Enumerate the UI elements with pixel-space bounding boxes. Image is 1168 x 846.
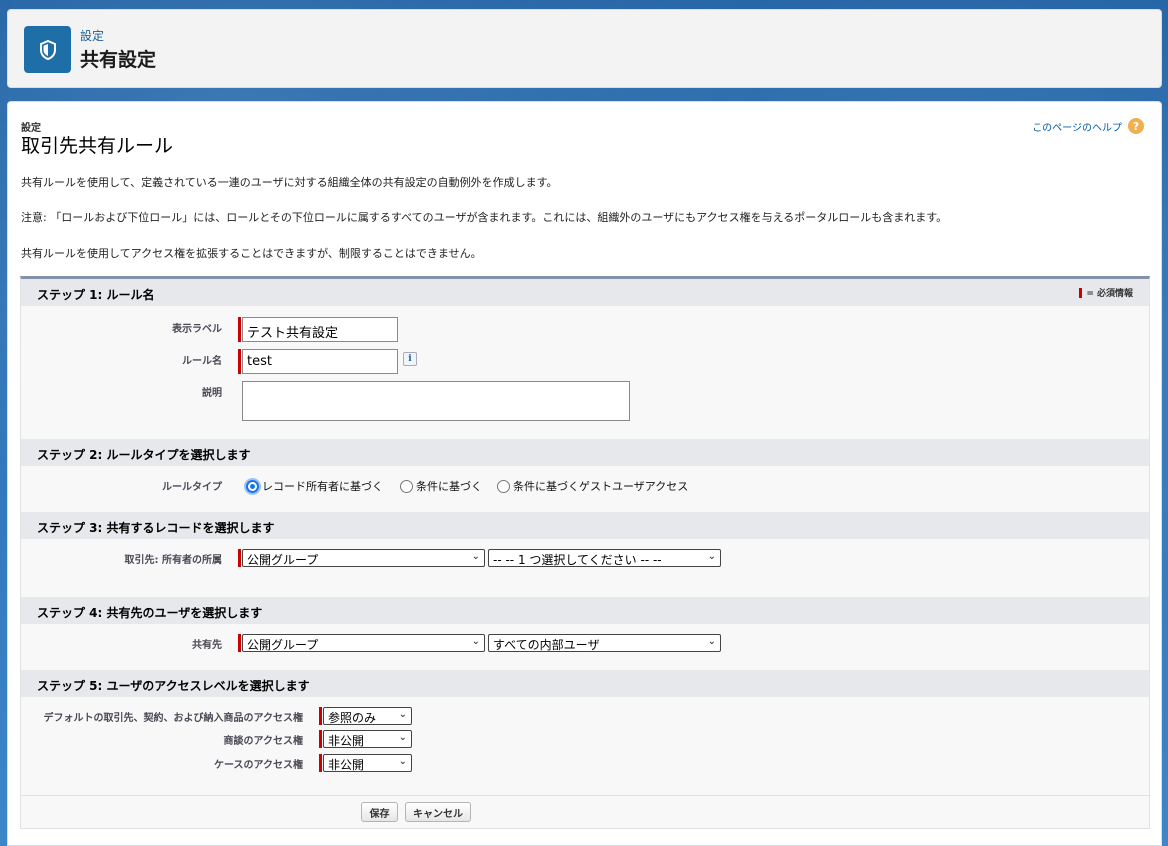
cancel-button[interactable]: キャンセル	[405, 802, 471, 822]
button-row: 保存 キャンセル	[21, 795, 1149, 828]
opportunity-access-label: 商談のアクセス権	[223, 736, 304, 747]
required-marker	[238, 317, 241, 342]
case-access-label: ケースのアクセス権	[214, 760, 303, 771]
radio[interactable]	[497, 479, 510, 493]
required-marker	[319, 754, 322, 772]
select-value[interactable]: 公開グループ	[247, 638, 318, 651]
step5-title: ステップ 5: ユーザのアクセスレベルを選択します	[37, 679, 310, 693]
description-textarea[interactable]	[242, 381, 630, 421]
save-button[interactable]: 保存	[361, 802, 398, 822]
owner-label: 取引先: 所有者の所属	[124, 555, 222, 566]
case-access-select[interactable]: 非公開 ⌄	[323, 754, 412, 772]
radio-label[interactable]: 条件に基づくゲストユーザアクセス	[513, 478, 688, 494]
rule-name-input[interactable]: test	[242, 349, 398, 374]
select-value[interactable]: 非公開	[328, 734, 364, 747]
help-icon[interactable]: ?	[1128, 118, 1144, 134]
description-1: 共有ルールを使用して、定義されている一連のユーザに対する組織全体の共有設定の自動…	[21, 176, 558, 189]
rule-type-radio-criteria[interactable]: 条件に基づく	[400, 478, 482, 494]
rule-type-label: ルールタイプ	[162, 482, 222, 493]
select-value[interactable]: すべての内部ユーザ	[493, 638, 599, 651]
info-icon[interactable]: i	[403, 352, 417, 366]
required-legend-text: = 必須情報	[1086, 289, 1133, 299]
label-input[interactable]: テスト共有設定	[242, 317, 398, 342]
rule-name-label: ルール名	[182, 356, 222, 367]
default-access-label: デフォルトの取引先、契約、および納入商品のアクセス権	[43, 713, 304, 724]
rule-type-radio-guest[interactable]: 条件に基づくゲストユーザアクセス	[497, 478, 688, 494]
required-legend: = 必須情報	[1079, 286, 1133, 299]
help-link-label[interactable]: このページのヘルプ	[1032, 119, 1122, 134]
step4-title: ステップ 4: 共有先のユーザを選択します	[37, 606, 263, 620]
description-2: 注意: 「ロールおよび下位ロール」には、ロールとその下位ロールに属するすべてのユ…	[21, 211, 948, 224]
required-marker	[1079, 287, 1083, 298]
owner-value-select[interactable]: -- -- 1 つ選択してください -- -- ⌄	[488, 549, 721, 567]
radio[interactable]	[400, 479, 413, 493]
step5-header: ステップ 5: ユーザのアクセスレベルを選択します	[21, 670, 1149, 697]
page-title: 共有設定	[80, 49, 157, 71]
radio-selected[interactable]	[246, 479, 259, 493]
default-access-select[interactable]: 参照のみ ⌄	[323, 707, 412, 725]
rule-form: ステップ 1: ルール名 = 必須情報 表示ラベル テスト共有設定 ルール名 t…	[20, 276, 1150, 829]
required-marker	[238, 634, 241, 652]
page-header: 設定 共有設定	[7, 9, 1162, 88]
step2-header: ステップ 2: ルールタイプを選択します	[21, 439, 1149, 466]
owner-type-select[interactable]: 公開グループ ⌄	[242, 549, 485, 567]
step4-header: ステップ 4: 共有先のユーザを選択します	[21, 597, 1149, 624]
chevron-down-icon[interactable]: ⌄	[399, 732, 407, 743]
select-value[interactable]: 参照のみ	[328, 711, 376, 724]
shield-icon	[24, 26, 71, 73]
required-marker	[238, 549, 241, 567]
breadcrumb[interactable]: 設定	[80, 27, 104, 44]
label-field-label: 表示ラベル	[172, 324, 222, 335]
help-link[interactable]: このページのヘルプ ?	[1032, 118, 1144, 134]
required-marker	[319, 730, 322, 748]
step1-title: ステップ 1: ルール名	[37, 288, 155, 302]
required-marker	[238, 349, 241, 374]
radio-label[interactable]: 条件に基づく	[416, 478, 482, 494]
step3-header: ステップ 3: 共有するレコードを選択します	[21, 512, 1149, 539]
description-3: 共有ルールを使用してアクセス権を拡張することはできますが、制限することはできませ…	[21, 247, 482, 260]
chevron-down-icon[interactable]: ⌄	[472, 551, 480, 562]
step1-header: ステップ 1: ルール名 = 必須情報	[21, 279, 1149, 306]
rule-type-radio-owner[interactable]: レコード所有者に基づく	[246, 478, 383, 494]
required-marker	[319, 707, 322, 725]
chevron-down-icon[interactable]: ⌄	[708, 636, 716, 647]
step3-title: ステップ 3: 共有するレコードを選択します	[37, 521, 275, 535]
description-label: 説明	[202, 388, 222, 399]
chevron-down-icon[interactable]: ⌄	[708, 551, 716, 562]
select-value[interactable]: 公開グループ	[247, 553, 318, 566]
select-value[interactable]: 非公開	[328, 758, 364, 771]
step2-title: ステップ 2: ルールタイプを選択します	[37, 448, 251, 462]
share-with-label: 共有先	[192, 640, 222, 651]
chevron-down-icon[interactable]: ⌄	[399, 756, 407, 767]
radio-label[interactable]: レコード所有者に基づく	[262, 478, 383, 494]
select-value[interactable]: -- -- 1 つ選択してください -- --	[493, 553, 662, 566]
share-value-select[interactable]: すべての内部ユーザ ⌄	[488, 634, 721, 652]
page-heading: 取引先共有ルール	[21, 135, 174, 157]
chevron-down-icon[interactable]: ⌄	[472, 636, 480, 647]
main-content: 設定 取引先共有ルール このページのヘルプ ? 共有ルールを使用して、定義されて…	[7, 101, 1162, 846]
share-type-select[interactable]: 公開グループ ⌄	[242, 634, 485, 652]
chevron-down-icon[interactable]: ⌄	[399, 709, 407, 720]
opportunity-access-select[interactable]: 非公開 ⌄	[323, 730, 412, 748]
